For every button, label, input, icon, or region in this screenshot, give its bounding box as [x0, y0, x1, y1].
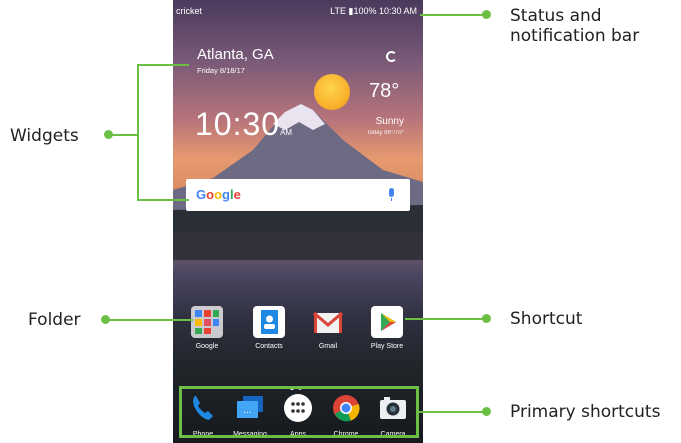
contacts-icon[interactable] — [253, 306, 285, 338]
status-callout-line2: notification bar — [510, 26, 640, 46]
status-bar: cricket LTE ▮100% 10:30 AM — [173, 0, 423, 22]
sun-icon — [314, 74, 350, 110]
widgets-bracket-top — [137, 64, 189, 66]
google-search-bar[interactable]: Google — [186, 179, 410, 211]
microphone-icon[interactable] — [389, 188, 394, 201]
primary-callout-line — [419, 411, 485, 413]
primary-shortcuts-highlight — [179, 386, 419, 438]
google-logo: Google — [196, 187, 241, 202]
primary-callout-dot — [482, 407, 491, 416]
status-callout-label: Status and notification bar — [510, 6, 639, 46]
widgets-callout-label: Widgets — [10, 126, 79, 146]
google-folder-icon[interactable] — [191, 306, 223, 338]
widgets-bracket-vertical — [137, 64, 139, 201]
status-callout-line — [420, 14, 486, 16]
gmail-icon[interactable] — [312, 306, 344, 338]
status-callout-line1: Status and — [510, 6, 602, 26]
weather-date: Friday 8/18/17 — [197, 66, 245, 75]
status-indicators: LTE ▮100% 10:30 AM — [330, 6, 417, 16]
weather-temperature: 78° — [369, 80, 400, 102]
app-label-gmail: Gmail — [318, 343, 338, 350]
shortcut-callout-label: Shortcut — [510, 309, 583, 329]
app-label-play-store: Play Store — [370, 343, 404, 350]
clock-widget[interactable]: 10:30AM — [195, 106, 292, 143]
clock-ampm: AM — [280, 128, 293, 137]
widgets-bracket-bottom — [137, 199, 189, 201]
phone-screen: cricket LTE ▮100% 10:30 AM Atlanta, GA F… — [173, 0, 423, 443]
app-label-contacts: Contacts — [255, 343, 283, 350]
shortcut-callout-line — [405, 318, 485, 320]
shortcut-callout-dot — [482, 314, 491, 323]
weather-hilo: Today 86°/70° — [366, 130, 405, 136]
folder-callout-label: Folder — [28, 310, 81, 330]
weather-city: Atlanta, GA — [197, 46, 274, 63]
play-store-icon[interactable] — [371, 306, 403, 338]
status-callout-dot — [482, 10, 491, 19]
folder-callout-line — [107, 319, 193, 321]
weather-condition: Sunny — [375, 116, 404, 127]
primary-callout-label: Primary shortcuts — [510, 402, 661, 422]
refresh-icon[interactable] — [386, 51, 397, 62]
clock-time: 10:30 — [195, 106, 281, 142]
widgets-callout-line — [110, 134, 138, 136]
carrier-name: cricket — [176, 6, 203, 16]
app-label-google: Google — [195, 343, 219, 350]
